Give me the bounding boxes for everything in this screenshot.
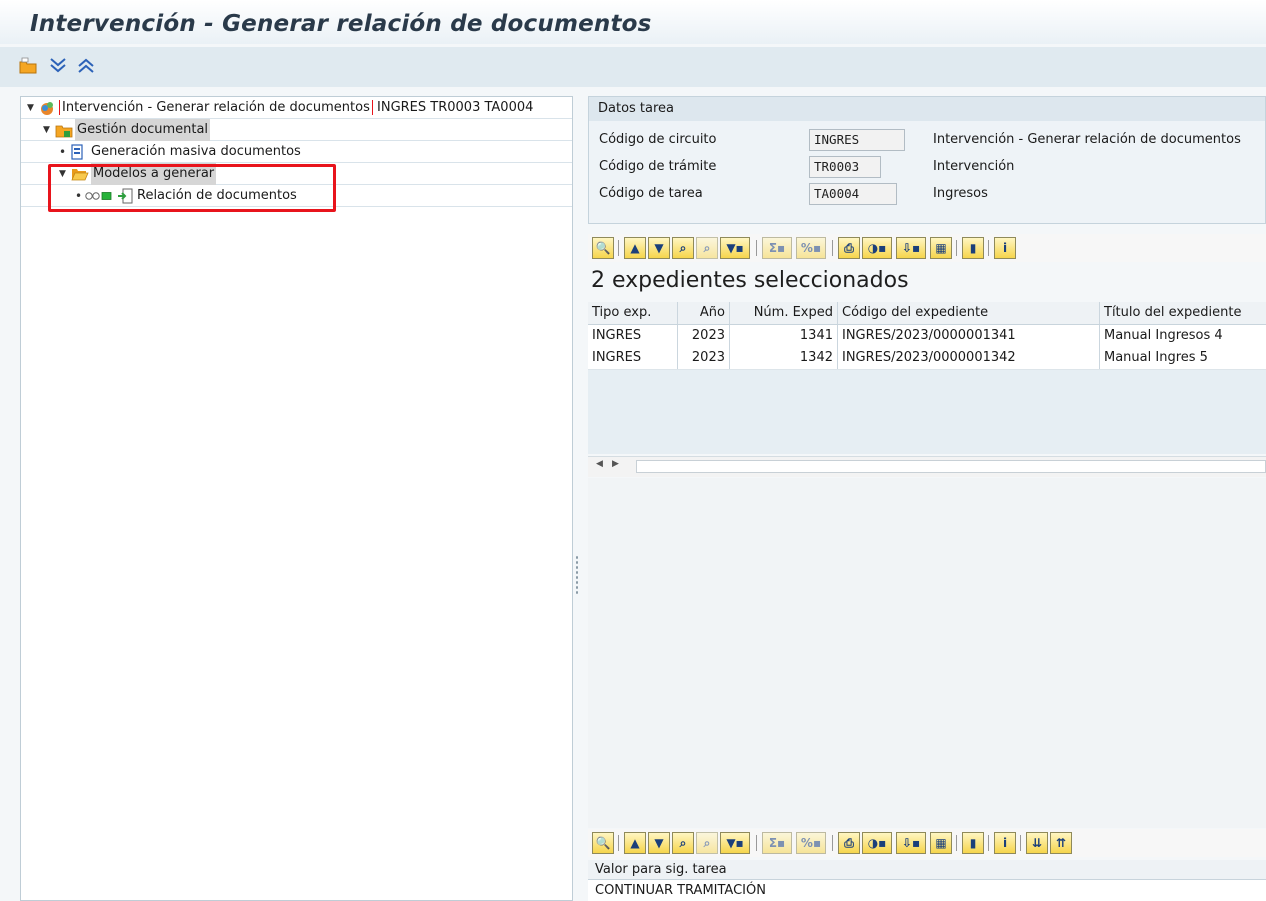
- find-icon[interactable]: ⌕: [672, 237, 694, 259]
- field-label-tarea: Código de tarea: [599, 186, 703, 201]
- subtotal-icon[interactable]: %▪: [796, 237, 826, 259]
- sum-icon[interactable]: Σ▪: [762, 237, 792, 259]
- navigation-tree: ▼ Intervención - Generar relación de doc…: [20, 96, 573, 901]
- open-folder-icon: [71, 166, 89, 182]
- collapse-arrow-icon[interactable]: ▼: [43, 119, 50, 141]
- table-row[interactable]: CONTINUAR TRAMITACIÓN: [588, 881, 1266, 901]
- expand-all-icon[interactable]: ⇊: [1026, 832, 1048, 854]
- cell-tipo: INGRES: [588, 347, 678, 369]
- datos-tarea-panel: Datos tarea Código de circuito INGRES In…: [588, 96, 1266, 224]
- empty-area: [588, 478, 1266, 828]
- sort-ascending-icon[interactable]: ▲: [624, 237, 646, 259]
- tree-node-relacion-documentos[interactable]: • Relación de documentos: [21, 185, 572, 207]
- filter-icon[interactable]: ▼▪: [720, 237, 750, 259]
- cell-anio: 2023: [678, 325, 730, 347]
- sort-descending-icon[interactable]: ▼: [648, 832, 670, 854]
- horizontal-scrollbar[interactable]: ◀ ▶: [588, 456, 1266, 477]
- find-next-icon[interactable]: ⌕: [696, 237, 718, 259]
- layout-icon[interactable]: ▦: [930, 832, 952, 854]
- layout-icon[interactable]: ▦: [930, 237, 952, 259]
- column-header-codigo[interactable]: Código del expediente: [838, 302, 1100, 324]
- tree-node-generacion-masiva[interactable]: • Generación masiva documentos: [21, 141, 572, 163]
- collapse-arrow-icon[interactable]: ▼: [59, 163, 66, 185]
- collapse-all-icon[interactable]: ⇈: [1050, 832, 1072, 854]
- tree-node-root[interactable]: ▼ Intervención - Generar relación de doc…: [21, 97, 572, 119]
- cell-anio: 2023: [678, 347, 730, 369]
- status-lights-icon: [85, 188, 115, 204]
- column-header-tipo[interactable]: Tipo exp.: [588, 302, 678, 324]
- process-icon: [39, 100, 55, 116]
- tree-root-suffix: INGRES TR0003 TA0004: [377, 100, 534, 115]
- cell-titulo: Manual Ingresos 4: [1104, 328, 1223, 343]
- tree-label: Generación masiva documentos: [91, 144, 301, 159]
- field-label-circuito: Código de circuito: [599, 132, 717, 147]
- page-title: Intervención - Generar relación de docum…: [30, 11, 652, 37]
- scroll-right-icon[interactable]: ▶: [612, 459, 619, 469]
- new-folder-icon[interactable]: [18, 56, 38, 76]
- title-bar: Intervención - Generar relación de docum…: [0, 0, 1266, 44]
- cell-codigo: INGRES/2023/0000001341: [838, 325, 1100, 347]
- sort-descending-icon[interactable]: ▼: [648, 237, 670, 259]
- tree-label: Modelos a generar: [91, 163, 217, 185]
- cell-titulo: Manual Ingres 5: [1104, 350, 1208, 365]
- field-value-circuito: INGRES: [809, 129, 905, 151]
- column-header-num[interactable]: Núm. Exped: [730, 302, 838, 324]
- info-icon[interactable]: i: [994, 832, 1016, 854]
- column-header-valor[interactable]: Valor para sig. tarea: [588, 860, 1266, 880]
- panel-splitter[interactable]: [575, 555, 579, 595]
- export-icon[interactable]: ⇩▪: [896, 832, 926, 854]
- field-label-tramite: Código de trámite: [599, 159, 717, 174]
- details-icon[interactable]: 🔍: [592, 832, 614, 854]
- column-header-anio[interactable]: Año: [678, 302, 730, 324]
- sum-icon[interactable]: Σ▪: [762, 832, 792, 854]
- details-icon[interactable]: 🔍: [592, 237, 614, 259]
- field-desc-circuito: Intervención - Generar relación de docum…: [933, 132, 1241, 147]
- application-toolbar: [0, 47, 1266, 87]
- cell-num: 1342: [730, 347, 838, 369]
- tree-root-label: Intervención - Generar relación de docum…: [59, 100, 370, 115]
- document-arrow-icon: [117, 188, 133, 204]
- tree-label: Relación de documentos: [137, 188, 297, 203]
- expand-all-icon[interactable]: [48, 56, 68, 76]
- cell-codigo: INGRES/2023/0000001342: [838, 347, 1100, 369]
- datos-tarea-header: Datos tarea: [589, 97, 1265, 121]
- siguiente-tarea-grid: Valor para sig. tarea CONTINUAR TRAMITAC…: [588, 860, 1266, 901]
- info-icon[interactable]: i: [994, 237, 1016, 259]
- collapse-all-icon[interactable]: [76, 56, 96, 76]
- tree-label: Gestión documental: [75, 119, 211, 141]
- graphic-icon[interactable]: ▮: [962, 237, 984, 259]
- column-header-titulo[interactable]: Título del expediente: [1100, 302, 1266, 324]
- find-next-icon[interactable]: ⌕: [696, 832, 718, 854]
- tree-node-gestion-documental[interactable]: ▼ Gestión documental: [21, 119, 572, 141]
- cell-num: 1341: [730, 325, 838, 347]
- field-desc-tarea: Ingresos: [933, 186, 988, 201]
- expedientes-grid: Tipo exp. Año Núm. Exped Código del expe…: [588, 302, 1266, 454]
- print-icon[interactable]: ⎙: [838, 832, 860, 854]
- cell-tipo: INGRES: [588, 325, 678, 347]
- find-icon[interactable]: ⌕: [672, 832, 694, 854]
- scrollbar-thumb[interactable]: [636, 460, 1266, 473]
- field-value-tarea: TA0004: [809, 183, 897, 205]
- bottom-grid-toolbar: 🔍 ▲ ▼ ⌕ ⌕ ▼▪ Σ▪ %▪ ⎙ ◑▪ ⇩▪ ▦ ▮ i ⇊ ⇈: [588, 829, 1266, 857]
- views-icon[interactable]: ◑▪: [862, 237, 892, 259]
- graphic-icon[interactable]: ▮: [962, 832, 984, 854]
- subtotal-icon[interactable]: %▪: [796, 832, 826, 854]
- tree-node-modelos-a-generar[interactable]: ▼ Modelos a generar: [21, 163, 572, 185]
- field-desc-tramite: Intervención: [933, 159, 1015, 174]
- filter-icon[interactable]: ▼▪: [720, 832, 750, 854]
- document-stack-icon: [69, 144, 85, 160]
- grid-toolbar: 🔍 ▲ ▼ ⌕ ⌕ ▼▪ Σ▪ %▪ ⎙ ◑▪ ⇩▪ ▦ ▮ i: [588, 234, 1266, 262]
- print-icon[interactable]: ⎙: [838, 237, 860, 259]
- grid-title: 2 expedientes seleccionados: [591, 268, 909, 293]
- scroll-left-icon[interactable]: ◀: [596, 459, 603, 469]
- table-row[interactable]: INGRES 2023 1342 INGRES/2023/0000001342 …: [588, 347, 1266, 370]
- export-icon[interactable]: ⇩▪: [896, 237, 926, 259]
- views-icon[interactable]: ◑▪: [862, 832, 892, 854]
- grid-header-row: Tipo exp. Año Núm. Exped Código del expe…: [588, 302, 1266, 325]
- folder-icon: [55, 122, 73, 138]
- table-row[interactable]: INGRES 2023 1341 INGRES/2023/0000001341 …: [588, 325, 1266, 348]
- field-value-tramite: TR0003: [809, 156, 881, 178]
- sort-ascending-icon[interactable]: ▲: [624, 832, 646, 854]
- collapse-arrow-icon[interactable]: ▼: [27, 97, 34, 119]
